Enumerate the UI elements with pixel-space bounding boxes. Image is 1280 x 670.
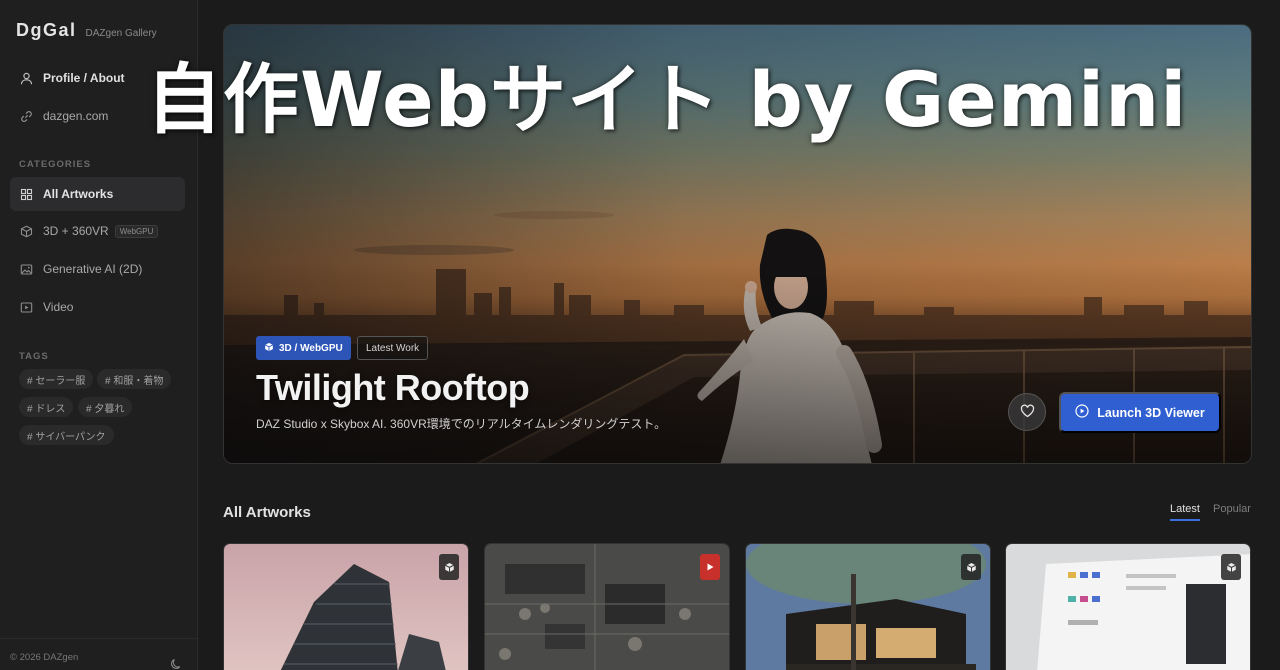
sort-tab-latest[interactable]: Latest: [1170, 503, 1200, 521]
hero-badge-latest: Latest Work: [357, 336, 429, 360]
tags-title: TAGS: [19, 351, 49, 362]
tag-dusk[interactable]: # 夕暮れ: [78, 397, 133, 417]
category-video[interactable]: Video: [10, 290, 185, 324]
link-icon: [20, 110, 33, 123]
categories-title: CATEGORIES: [19, 159, 92, 170]
user-icon: [20, 72, 33, 85]
hero-badge-type: 3D / WebGPU: [256, 336, 351, 360]
tag-sailor-uniform[interactable]: # セーラー服: [19, 369, 94, 389]
category-3d-360vr[interactable]: 3D + 360VR WebGPU: [10, 214, 185, 248]
play-icon: [20, 301, 33, 314]
heart-icon: [1020, 404, 1035, 421]
category-label: Generative AI (2D): [43, 262, 143, 276]
cube-icon: [20, 225, 33, 238]
brand[interactable]: DgGal DAZgen Gallery: [16, 20, 157, 41]
overlay-banner-title: 自作Webサイト by Gemini: [146, 55, 1188, 144]
play-circle-icon: [1075, 404, 1089, 421]
artwork-card[interactable]: [1005, 543, 1251, 670]
category-label: Video: [43, 300, 74, 314]
cube-icon: [264, 342, 274, 355]
launch-3d-viewer-button[interactable]: Launch 3D Viewer: [1059, 392, 1221, 433]
cube-icon: [439, 554, 459, 580]
cube-icon: [1221, 554, 1241, 580]
grid-icon: [20, 188, 33, 201]
sort-tab-popular[interactable]: Popular: [1213, 503, 1251, 515]
sidebar-link-label: dazgen.com: [43, 109, 109, 123]
hero-description: DAZ Studio x Skybox AI. 360VR環境でのリアルタイムレ…: [256, 417, 667, 431]
brand-subtitle: DAZgen Gallery: [85, 28, 157, 39]
category-label: All Artworks: [43, 187, 114, 201]
category-generative-ai[interactable]: Generative AI (2D): [10, 252, 185, 286]
favorite-button[interactable]: [1008, 393, 1046, 431]
play-icon: [700, 554, 720, 580]
hero-title: Twilight Rooftop: [256, 367, 530, 408]
tag-dress[interactable]: # ドレス: [19, 397, 74, 417]
tag-cyberpunk[interactable]: # サイバーパンク: [19, 425, 114, 445]
moon-icon[interactable]: [171, 657, 183, 669]
brand-logo[interactable]: DgGal: [16, 20, 77, 41]
tag-kimono[interactable]: # 和服・着物: [97, 369, 172, 389]
sidebar-footer: © 2026 DAZgen: [0, 638, 198, 670]
image-icon: [20, 263, 33, 276]
artwork-thumbnail-skyscraper: [224, 544, 468, 670]
artwork-card[interactable]: [223, 543, 469, 670]
hero-badge-type-label: 3D / WebGPU: [279, 342, 343, 354]
artwork-thumbnail-circuit: [485, 544, 729, 670]
cube-icon: [961, 554, 981, 580]
copyright: © 2026 DAZgen: [10, 652, 79, 663]
launch-3d-viewer-label: Launch 3D Viewer: [1097, 405, 1205, 420]
category-all-artworks[interactable]: All Artworks: [10, 177, 185, 211]
webgpu-badge: WebGPU: [114, 224, 159, 238]
category-label: 3D + 360VR: [43, 224, 109, 238]
artwork-thumbnail-house: [746, 544, 990, 670]
sidebar-link-label: Profile / About: [43, 71, 125, 85]
artwork-card[interactable]: [745, 543, 991, 670]
artwork-thumbnail-ui-design: [1006, 544, 1250, 670]
artwork-card[interactable]: [484, 543, 730, 670]
gallery-heading: All Artworks: [223, 504, 311, 521]
